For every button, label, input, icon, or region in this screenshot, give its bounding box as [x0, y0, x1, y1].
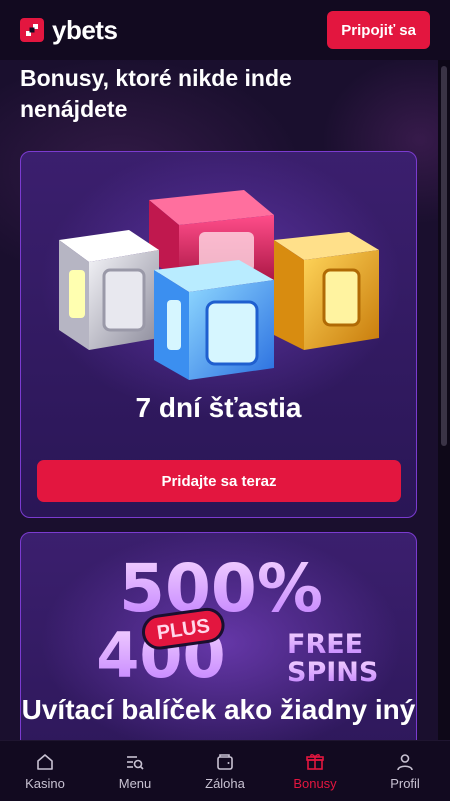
nav-item-zaloha[interactable]: Záloha [180, 741, 270, 801]
scrollbar-thumb[interactable] [441, 66, 447, 446]
menu-search-icon [127, 755, 144, 770]
logo[interactable]: ybets [20, 14, 118, 46]
top-header: ybets Pripojiť sa [0, 0, 450, 60]
bottom-nav: Kasino Menu Záloha Bonusy Profil [0, 740, 450, 801]
nav-item-kasino[interactable]: Kasino [0, 741, 90, 801]
promo-graphic: 500% 400 PLUS FREE SPINS [96, 550, 378, 692]
nav-item-menu[interactable]: Menu [90, 741, 180, 801]
nav-item-profil[interactable]: Profil [360, 741, 450, 801]
join-now-button[interactable]: Pridajte sa teraz [37, 460, 401, 502]
promo-spins-text: SPINS [287, 657, 378, 688]
nav-label: Záloha [205, 775, 245, 791]
card-title: Uvítací balíček ako žiadny iný [21, 694, 416, 725]
bonus-card-7-days[interactable]: 7 dní šťastia Pridajte sa teraz [20, 151, 417, 518]
logo-text: ybets [52, 14, 118, 45]
nav-item-bonusy[interactable]: Bonusy [270, 741, 360, 801]
home-icon [37, 753, 53, 770]
nav-label: Bonusy [293, 775, 337, 791]
user-icon [397, 753, 413, 770]
scrollbar[interactable] [438, 60, 450, 740]
join-header-button[interactable]: Pripojiť sa [327, 11, 430, 49]
logo-mark-icon [20, 18, 44, 42]
promo-free-text: FREE [287, 629, 363, 660]
cube-chests-icon [59, 190, 379, 380]
nav-label: Kasino [25, 775, 65, 791]
card-title: 7 dní šťastia [135, 392, 302, 423]
gift-icon [306, 753, 324, 770]
nav-label: Menu [118, 775, 152, 791]
wallet-icon [217, 753, 233, 770]
page-title: Bonusy, ktoré nikde inde nenájdete [20, 65, 292, 122]
nav-label: Profil [390, 775, 420, 791]
